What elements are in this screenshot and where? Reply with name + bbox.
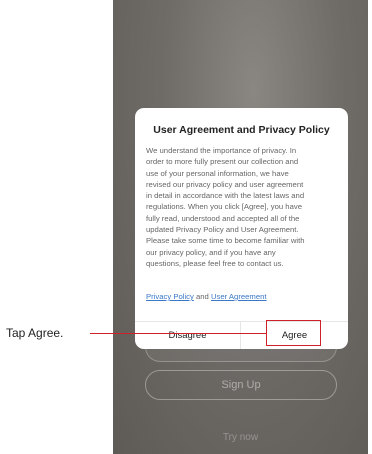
body-line: revised our privacy policy and user agre… [146, 179, 304, 189]
disagree-button[interactable]: Disagree [135, 322, 241, 349]
privacy-dialog: User Agreement and Privacy Policy We und… [135, 108, 348, 349]
body-line: fully read, understood and accepted all … [146, 213, 300, 223]
body-line: use of your personal information, we hav… [146, 168, 289, 178]
body-line: Please take some time to become familiar… [146, 236, 305, 246]
privacy-policy-link[interactable]: Privacy Policy [146, 292, 194, 301]
body-line: questions, please feel free to contact u… [146, 258, 284, 268]
try-now-link[interactable]: Try now [113, 432, 368, 443]
signup-button[interactable]: Sign Up [145, 370, 337, 400]
body-line: updated Privacy Policy and User Agreemen… [146, 225, 299, 235]
body-line: order to more fully present our collecti… [146, 157, 299, 167]
callout-label: Tap Agree. [6, 326, 64, 340]
callout-line [90, 333, 267, 334]
body-line: our privacy policy, and if you have any [146, 247, 276, 257]
links-connector: and [193, 292, 211, 301]
dialog-actions: Disagree Agree [135, 321, 348, 349]
body-line: regulations. When you click [Agree], you… [146, 202, 302, 212]
dialog-body: We understand the importance of privacy.… [146, 145, 340, 269]
body-line: We understand the importance of privacy.… [146, 146, 297, 155]
body-line: in detail in accordance with the latest … [146, 191, 305, 201]
agree-button[interactable]: Agree [241, 322, 348, 349]
dialog-links: Privacy Policy and User Agreement [146, 292, 267, 301]
dialog-title: User Agreement and Privacy Policy [153, 124, 330, 136]
user-agreement-link[interactable]: User Agreement [211, 292, 267, 301]
